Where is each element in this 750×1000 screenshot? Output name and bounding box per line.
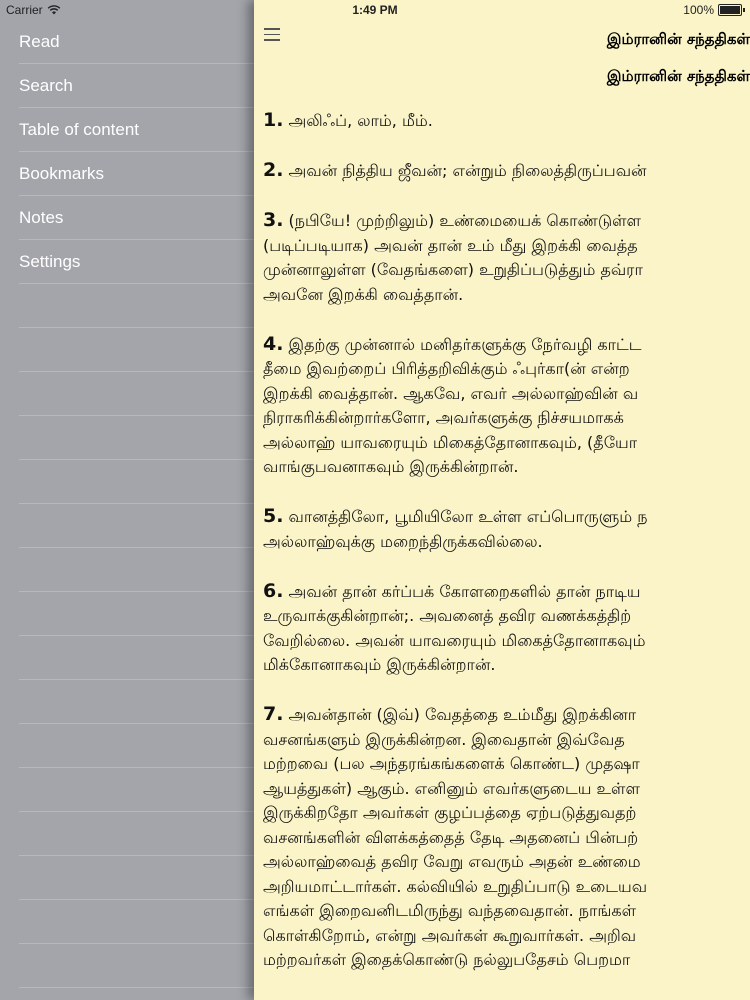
verse-line: ஆயத்துகள்) ஆகும். எனினும் எவர்களுடைய உள்…: [263, 778, 640, 798]
battery-icon: [718, 4, 745, 16]
verse-line: இருக்கிறதோ அவர்கள் குழப்பத்தை ஏற்படுத்து…: [263, 803, 637, 822]
verse-number: 1.: [263, 109, 284, 131]
verse-number: 3.: [263, 209, 284, 231]
verse-list: 1. அலிஃப், லாம், மீம். 2. அவன் நித்திய ஜீ…: [263, 108, 750, 1000]
menu-empty-row: [19, 504, 254, 548]
menu-empty-row: [19, 680, 254, 724]
verse-line: வேறில்லை. அவன் யாவரையும் மிகைத்தோனாகவும்: [263, 630, 646, 650]
menu-empty-row: [19, 328, 254, 372]
verse-line: எங்கள் இறைவனிடமிருந்து வந்தவைதான். நாங்க…: [263, 901, 637, 920]
verse-line: வானத்திலோ, பூமியிலோ உள்ள எப்பொருளும் ந: [288, 507, 648, 526]
menu-empty-row: [19, 636, 254, 680]
menu-item-label: Read: [19, 31, 60, 51]
verse-number: 6.: [263, 579, 284, 602]
menu-item-search[interactable]: Search: [19, 64, 254, 108]
verse-line: வசனங்களும் இருக்கின்றன. இவைதான் இவ்வேத: [263, 729, 625, 749]
verse-line: இதற்கு முன்னால் மனிதர்களுக்கு நேர்வழி கா…: [288, 334, 642, 354]
menu-empty-row: [19, 944, 254, 988]
menu-item-bookmarks[interactable]: Bookmarks: [19, 152, 254, 196]
verse-item[interactable]: 1. அலிஃப், லாம், மீம்.: [263, 108, 750, 134]
verse-number: 5.: [263, 505, 284, 527]
verse-line: அலிஃப், லாம், மீம்.: [288, 111, 433, 130]
menu-item-label: Notes: [19, 207, 64, 227]
verse-line: வசனங்களின் விளக்கத்தைத் தேடி அதனைப் பின்…: [263, 827, 639, 847]
verse-line: (படிப்படியாக) அவன் தான் உம் மீது இறக்கி …: [263, 235, 638, 255]
verse-line: (நபியே! முற்றிலும்) உண்மையைக் கொண்டுள்ள: [288, 211, 641, 230]
verse-line: கொள்கிறோம், என்று அவர்கள் கூறுவார்கள். அ…: [263, 925, 637, 945]
verse-item[interactable]: 7. அவன்தான் (இவ்) வேதத்தை உம்மீது இறக்கி…: [263, 702, 750, 973]
verse-line: தீமை இவற்றைப் பிரித்தறிவிக்கும் ஃபுர்கா(…: [263, 359, 630, 378]
verse-line: இறக்கி வைத்தான். ஆகவே, எவர் அல்லாஹ்வின் …: [263, 383, 639, 403]
verse-number: 7.: [263, 703, 284, 725]
clock: 1:49 PM: [352, 3, 398, 17]
verse-line: நிராகரிக்கின்றார்களோ, அவர்களுக்கு நிச்சய…: [263, 408, 624, 427]
menu-empty-row: [19, 460, 254, 504]
menu-empty-row: [19, 900, 254, 944]
verse-line: அல்லாஹ்வைத் தவிர வேறு எவரும் அதன் உண்மை: [263, 852, 641, 871]
verse-line: மற்றவர்கள் இதைக்கொண்டு நல்லுபதேசம் பெறமா: [263, 950, 631, 969]
menu-empty-row: [19, 416, 254, 460]
battery-fill: [720, 6, 740, 14]
menu-item-label: Table of content: [19, 119, 140, 139]
verse-line: அறியமாட்டார்கள். கல்வியில் உறுதிப்பாடு உ…: [263, 876, 647, 896]
menu-empty-row: [19, 856, 254, 900]
verse-item[interactable]: 6. அவன் தான் கர்ப்பக் கோளறைகளில் தான் நா…: [263, 579, 750, 678]
verse-number: 4.: [263, 332, 284, 355]
verse-line: அல்லாஹ்வுக்கு மறைந்திருக்கவில்லை.: [263, 531, 543, 551]
menu-empty-row: [19, 812, 254, 856]
menu-item-label: Settings: [19, 251, 81, 271]
verse-item[interactable]: 4. இதற்கு முன்னால் மனிதர்களுக்கு நேர்வழி…: [263, 332, 750, 480]
menu-list: Read Search Table of content Bookmarks N…: [0, 20, 254, 988]
menu-item-settings[interactable]: Settings: [19, 240, 254, 284]
status-bar: Carrier 1:49 PM 100%: [0, 0, 750, 20]
nav-title: இம்ரானின் சந்ததிகள்: [606, 30, 750, 48]
verse-number: 2.: [263, 159, 284, 181]
side-menu: Read Search Table of content Bookmarks N…: [0, 0, 254, 1000]
verse-item[interactable]: 5. வானத்திலோ, பூமியிலோ உள்ள எப்பொருளும் …: [263, 504, 750, 554]
menu-empty-row: [19, 372, 254, 416]
verse-line: வாங்குபவனாகவும் இருக்கின்றான்.: [263, 457, 519, 476]
menu-empty-row: [19, 548, 254, 592]
battery-percent: 100%: [683, 3, 714, 17]
verse-line: அவன் நித்திய ஜீவன்; என்றும் நிலைத்திருப்…: [288, 161, 647, 180]
menu-item-table-of-content[interactable]: Table of content: [19, 108, 254, 152]
verse-item[interactable]: 2. அவன் நித்திய ஜீவன்; என்றும் நிலைத்திர…: [263, 158, 750, 184]
menu-empty-row: [19, 284, 254, 328]
verse-line: உருவாக்குகின்றான்;. அவனைத் தவிர வணக்கத்த…: [263, 606, 632, 625]
menu-item-read[interactable]: Read: [19, 20, 254, 64]
chapter-title: இம்ரானின் சந்ததிகள்: [606, 67, 750, 85]
verse-line: முன்னாலுள்ள (வேதங்களை) உறுதிப்படுத்தும் …: [263, 260, 643, 279]
verse-line: அவன் தான் கர்ப்பக் கோளறைகளில் தான் நாடிய: [288, 581, 641, 601]
menu-item-label: Search: [19, 75, 73, 95]
reading-panel[interactable]: இம்ரானின் சந்ததிகள் இம்ரானின் சந்ததிகள் …: [254, 0, 750, 1000]
verse-line: அல்லாஹ் யாவரையும் மிகைத்தோனாகவும், (தீயோ: [263, 432, 638, 452]
menu-empty-row: [19, 768, 254, 812]
verse-line: அவனே இறக்கி வைத்தான்.: [263, 284, 464, 304]
verse-line: மற்றவை (பல அந்தரங்கங்களைக் கொண்ட) முதஷா: [263, 754, 640, 773]
menu-empty-row: [19, 724, 254, 768]
menu-item-notes[interactable]: Notes: [19, 196, 254, 240]
verse-line: அவன்தான் (இவ்) வேதத்தை உம்மீது இறக்கினா: [288, 705, 637, 724]
verse-line: மிக்கோனாகவும் இருக்கின்றான்.: [263, 655, 496, 674]
menu-item-label: Bookmarks: [19, 163, 105, 183]
verse-item[interactable]: 3. (நபியே! முற்றிலும்) உண்மையைக் கொண்டுள…: [263, 208, 750, 307]
menu-empty-row: [19, 592, 254, 636]
